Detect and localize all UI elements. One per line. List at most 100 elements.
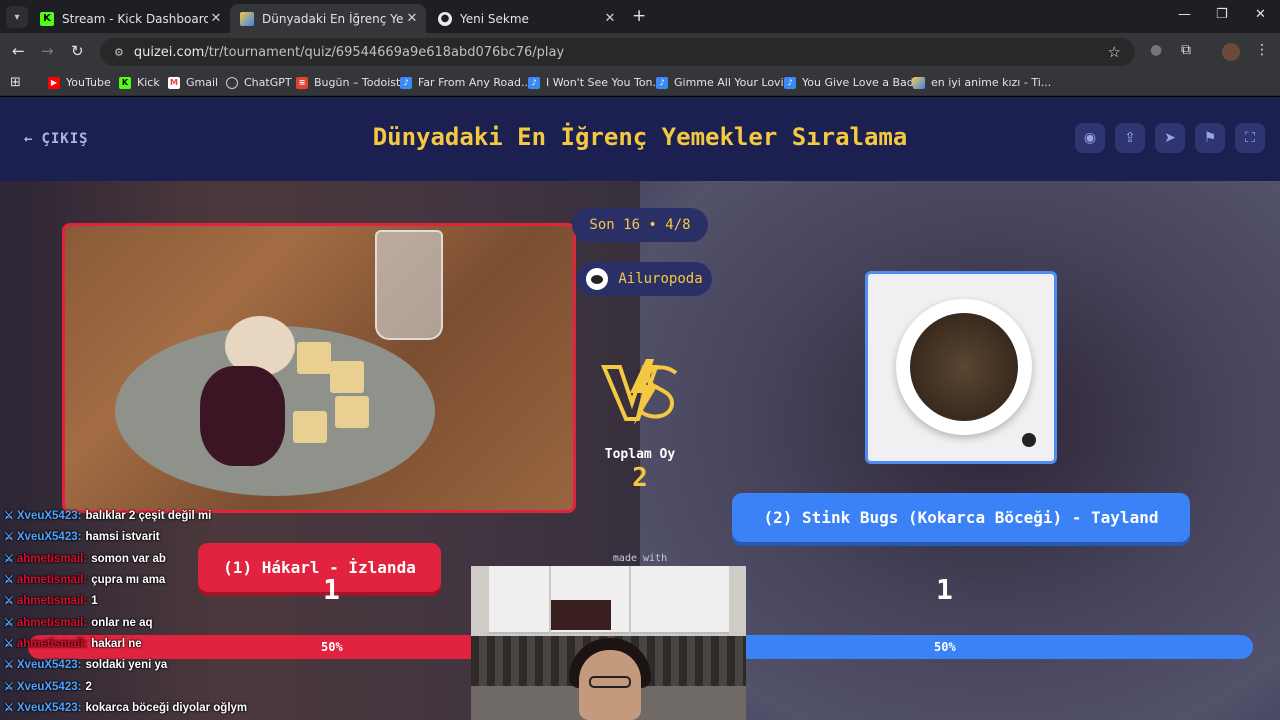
chat-message: ⚔ ahmetismail: çupra mı ama [4,569,165,590]
shark-cube [297,342,331,374]
vs-lightning-icon [600,359,678,425]
quizei-icon [240,11,254,26]
bookmark-label: You Give Love a Bad... [802,76,925,89]
bookmark-anime[interactable]: en iyi anime kızı - Ti... [913,76,1051,89]
right-vote-count: 1 [936,573,953,606]
chat-message: ⚔ XveuX5423: kokarca böceği diyolar oğlym [4,697,247,718]
bookmark-gimme-all-your-lovin[interactable]: ♪ Gimme All Your Lovi... [656,76,794,89]
url-input[interactable]: ⚙ quizei.com /tr/tournament/quiz/6954466… [100,38,1135,66]
bookmark-todoist[interactable]: ≡ Bugün – Todoist [296,76,400,89]
tab-new-tab[interactable]: ● Yeni Sekme ✕ [428,4,624,33]
left-option-button[interactable]: (1) Hákarl - İzlanda [198,543,441,592]
total-votes-value: 2 [632,463,648,493]
tab-kick-dashboard[interactable]: K Stream - Kick Dashboard ✕ [30,4,230,33]
music-icon: ♪ [656,76,668,89]
back-arrow-icon[interactable]: ← [12,42,25,60]
profile-avatar[interactable] [1222,43,1240,61]
chat-text: 2 [85,680,92,693]
bookmark-label: Gmail [186,76,219,89]
eye-icon[interactable]: ◉ [1075,123,1105,153]
right-option-button[interactable]: (2) Stink Bugs (Kokarca Böceği) - Taylan… [732,493,1190,542]
close-tab-icon[interactable]: ✕ [404,11,420,26]
chat-message: ⚔ ahmetismail: somon var ab [4,548,166,569]
url-host: quizei.com [133,44,205,60]
chat-message: ⚔ XveuX5423: soldaki yeni ya [4,654,167,675]
chat-username: XveuX5423: [16,680,82,693]
bookmark-kick[interactable]: K Kick [119,76,160,89]
streamer-glasses [589,676,631,688]
round-badge: Son 16 • 4/8 [572,208,708,242]
new-tab-button[interactable]: + [632,6,646,26]
apps-grid-icon[interactable]: ⊞ [10,75,21,90]
chat-username: ahmetismail: [16,637,88,650]
author-name: Ailuropoda [618,271,703,287]
quizei-icon [913,76,925,89]
chat-text: kokarca böceği diyolar oğlym [85,701,248,714]
reload-icon[interactable]: ↻ [71,42,84,60]
music-icon: ♪ [528,76,540,89]
bookmark-youtube[interactable]: ▶ YouTube [48,76,111,89]
tab-search-button[interactable]: ▾ [6,6,28,28]
tab-quiz[interactable]: Dünyadaki En İğrenç Yemekler S ✕ [230,4,426,33]
chat-username: ahmetismail: [16,594,88,607]
left-vote-count: 1 [323,573,340,606]
send-icon[interactable]: ➤ [1155,123,1185,153]
chat-username: XveuX5423: [16,509,82,522]
fried-bugs [910,313,1018,421]
share-icon[interactable]: ⇪ [1115,123,1145,153]
chat-username: ahmetismail: [16,616,88,629]
youtube-icon: ▶ [48,76,60,89]
tab-title: Stream - Kick Dashboard [62,11,208,26]
extension-icon[interactable]: ● [1150,42,1162,58]
webcam-overlay [471,566,746,720]
kitchen-hood [551,600,611,630]
bookmark-far-from-any-road[interactable]: ♪ Far From Any Road... [400,76,531,89]
close-tab-icon[interactable]: ✕ [208,11,224,26]
chat-message: ⚔ ahmetismail: onlar ne aq [4,612,153,633]
chat-message: ⚔ XveuX5423: 2 [4,676,92,697]
kick-icon: K [119,76,131,89]
chrome-icon: ● [438,11,452,26]
music-icon: ♪ [400,76,412,89]
dark-meat [200,366,285,466]
sword-badge-icon: ⚔ [4,595,14,607]
tab-bar: ▾ K Stream - Kick Dashboard ✕ Dünyadaki … [0,0,1280,33]
flag-icon[interactable]: ⚑ [1195,123,1225,153]
bookmarks-bar: ⊞ ▶ YouTube K Kick M Gmail ChatGPT ≡ Bugün –… [0,71,1280,96]
chat-text: balıklar 2 çeşit değil mi [85,509,212,522]
right-option-image[interactable] [865,271,1057,464]
extensions-puzzle-icon[interactable]: ⧉ [1181,42,1191,58]
chat-text: soldaki yeni ya [85,658,168,671]
author-badge[interactable]: Ailuropoda [577,262,712,296]
sword-badge-icon: ⚔ [4,510,14,522]
shark-cube [335,396,369,428]
gmail-icon: M [168,76,180,89]
bookmark-i-wont-see-you[interactable]: ♪ I Won't See You Ton... [528,76,663,89]
forward-arrow-icon[interactable]: → [41,42,54,60]
address-bar: ← → ↻ ⚙ quizei.com /tr/tournament/quiz/6… [0,33,1280,71]
maximize-button[interactable]: ❐ [1216,7,1228,22]
chatgpt-icon [226,76,238,89]
chat-username: XveuX5423: [16,658,82,671]
bookmark-chatgpt[interactable]: ChatGPT [226,76,292,89]
bookmark-you-give-love[interactable]: ♪ You Give Love a Bad... [784,76,924,89]
chat-message: ⚔ ahmetismail: 1 [4,590,98,611]
fullscreen-icon[interactable]: ⛶ [1235,123,1265,153]
minimize-button[interactable]: — [1178,7,1191,22]
tab-title: Yeni Sekme [460,11,529,26]
sword-badge-icon: ⚔ [4,553,14,565]
bookmark-label: Far From Any Road... [418,76,532,89]
bookmark-star-icon[interactable]: ☆ [1108,43,1121,61]
close-window-button[interactable]: ✕ [1255,7,1266,22]
left-option-image[interactable] [62,223,576,513]
chat-text: çupra mı ama [91,573,166,586]
close-tab-icon[interactable]: ✕ [602,11,618,26]
bookmark-gmail[interactable]: M Gmail [168,76,218,89]
shark-cube [330,361,364,393]
browser-menu-icon[interactable]: ⋮ [1255,42,1269,58]
music-icon: ♪ [784,76,796,89]
sword-badge-icon: ⚔ [4,659,14,671]
chat-username: XveuX5423: [16,701,82,714]
chat-text: 1 [91,594,98,607]
site-info-icon[interactable]: ⚙ [114,46,124,59]
